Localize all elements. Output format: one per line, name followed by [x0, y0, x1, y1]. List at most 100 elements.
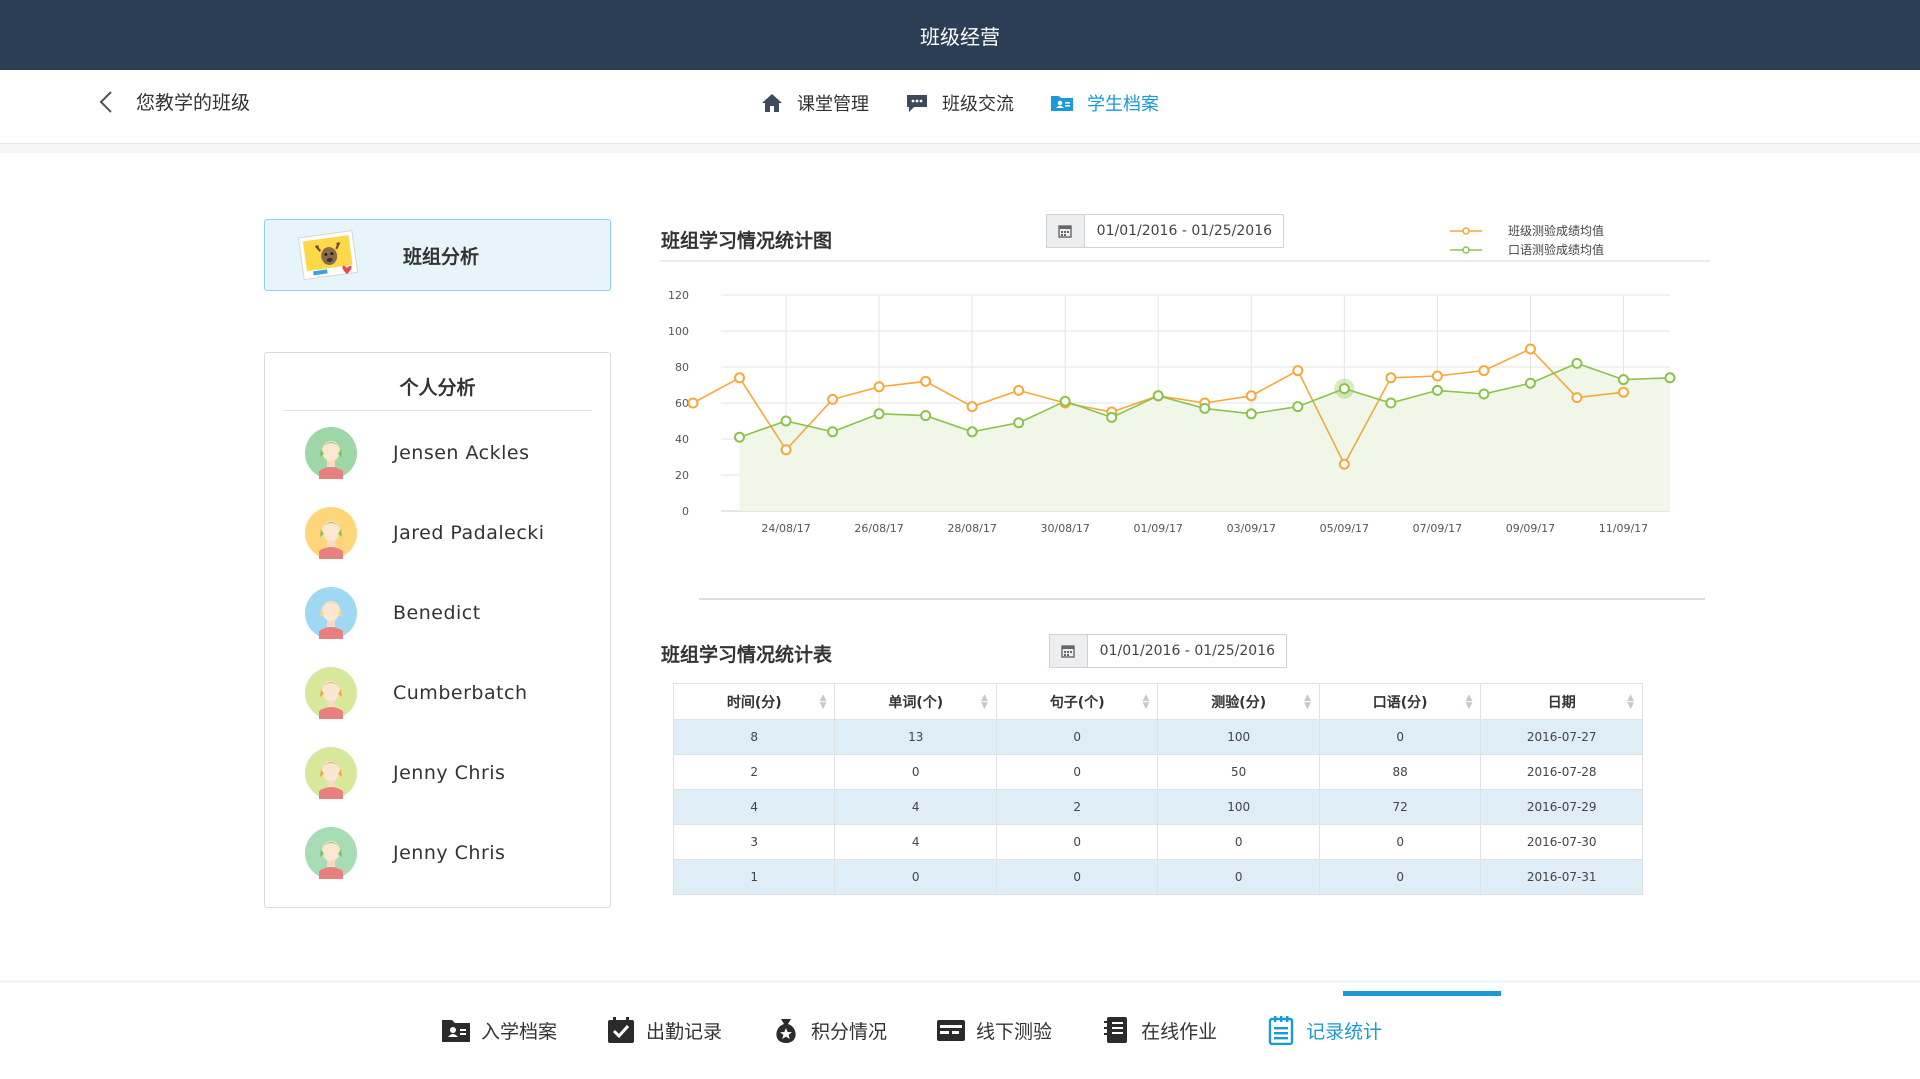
- data-point-oral-test: [1059, 395, 1071, 407]
- column-header-label: 口语(分): [1372, 694, 1428, 711]
- table-cell: 0: [995, 719, 1159, 755]
- data-point-class-test: [1338, 458, 1350, 470]
- table-cell: 1: [672, 859, 836, 895]
- chevron-left-icon: [99, 90, 112, 113]
- table-cell: 2016-07-29: [1480, 789, 1643, 825]
- data-point-oral-test: [780, 415, 792, 427]
- tab-classroom-management[interactable]: 课堂管理: [760, 90, 869, 116]
- data-point-oral-test: [827, 426, 839, 438]
- table-cell: 0: [1318, 719, 1482, 755]
- table-date-range-picker[interactable]: 01/01/2016 - 01/25/2016: [1049, 634, 1287, 668]
- record-stats-icon: [1268, 1016, 1294, 1045]
- data-point-oral-test: [1664, 372, 1676, 384]
- column-header[interactable]: 日期 ▲ ▼: [1480, 683, 1643, 720]
- student-name: Cumberbatch: [393, 682, 528, 704]
- data-point-class-test: [1617, 386, 1629, 398]
- data-point-class-test: [1571, 392, 1583, 404]
- sub-navigation: 您教学的班级 课堂管理 班级交流 学生档案: [0, 70, 1920, 144]
- student-avatar: [305, 827, 357, 879]
- student-item[interactable]: Benedict: [305, 585, 481, 641]
- table-cell: 13: [834, 719, 997, 755]
- group-analysis-label: 班组分析: [403, 245, 480, 268]
- x-tick-label: 09/09/17: [1506, 522, 1555, 535]
- table-cell: 2016-07-31: [1480, 859, 1643, 895]
- enrollment-folder-icon: [442, 1020, 470, 1042]
- tab-offline-test[interactable]: 线下测验: [935, 1015, 1052, 1045]
- column-header-label: 单词(个): [888, 694, 944, 711]
- data-point-oral-test: [1245, 408, 1257, 420]
- online-homework-icon: [1104, 1017, 1128, 1043]
- calendar-icon: [1050, 635, 1088, 667]
- app-header: 班级经营: [0, 0, 1920, 70]
- student-name: Benedict: [393, 602, 481, 624]
- student-avatar: [305, 507, 357, 559]
- student-name: Jenny Chris: [393, 842, 506, 864]
- student-avatar: [305, 587, 357, 639]
- points-bag-icon: [776, 1019, 796, 1043]
- data-point-oral-test: [1199, 402, 1211, 414]
- table-cell: 4: [834, 824, 997, 860]
- column-header[interactable]: 测验(分) ▲ ▼: [1157, 683, 1320, 720]
- table-row: 4 4 2 100 72 2016-07-29: [672, 789, 1643, 825]
- student-item[interactable]: Jenny Chris: [305, 825, 505, 881]
- y-tick-label: 40: [675, 433, 689, 446]
- data-point-oral-test: [1292, 401, 1304, 413]
- data-point-class-test: [920, 375, 932, 387]
- student-avatar: [305, 427, 357, 479]
- data-point-oral-test: [1524, 377, 1536, 389]
- table-cell: 88: [1318, 754, 1482, 790]
- tab-label: 线下测验: [976, 1020, 1053, 1043]
- tab-online-homework[interactable]: 在线作业: [1100, 1015, 1217, 1045]
- table-cell: 0: [834, 754, 997, 790]
- column-header[interactable]: 句子(个) ▲ ▼: [995, 683, 1159, 720]
- tab-label: 班级交流: [942, 94, 1014, 115]
- data-point-oral-test: [1431, 384, 1443, 396]
- table-cell: 2016-07-30: [1480, 824, 1643, 860]
- data-point-class-test: [873, 381, 885, 393]
- back-button[interactable]: 您教学的班级: [96, 88, 250, 115]
- tab-enrollment-records[interactable]: 入学档案: [440, 1015, 557, 1045]
- group-analysis-card[interactable]: 班组分析: [264, 219, 611, 291]
- page-title: 班级经营: [920, 24, 1000, 49]
- deer-picture-icon: [297, 230, 359, 281]
- column-header[interactable]: 单词(个) ▲ ▼: [834, 683, 997, 720]
- data-point-class-test: [780, 444, 792, 456]
- column-header[interactable]: 口语(分) ▲ ▼: [1318, 683, 1482, 720]
- column-header[interactable]: 时间(分) ▲ ▼: [672, 683, 836, 720]
- tab-label: 出勤记录: [646, 1020, 723, 1043]
- table-row: 1 0 0 0 0 2016-07-31: [672, 859, 1643, 895]
- table-cell: 0: [995, 754, 1159, 790]
- tab-class-communication[interactable]: 班级交流: [905, 90, 1014, 116]
- student-item[interactable]: Jared Padalecki: [305, 505, 545, 561]
- x-tick-label: 28/08/17: [947, 522, 996, 535]
- line-chart: 0 20 40 60 80 100 120 24/08/17 26/08/17 28/08/17 3…: [660, 223, 1710, 600]
- active-tab-indicator: [1343, 991, 1501, 996]
- student-item[interactable]: Cumberbatch: [305, 665, 528, 721]
- y-tick-label: 20: [675, 469, 689, 482]
- data-point-class-test: [687, 397, 699, 409]
- top-tabs: 课堂管理 班级交流 学生档案: [760, 90, 1159, 116]
- student-item[interactable]: Jensen Ackles: [305, 425, 530, 481]
- student-name: Jenny Chris: [393, 762, 506, 784]
- table-header-row: 时间(分) ▲ ▼ 单词(个) ▲ ▼ 句子(个) ▲ ▼ 测验(分) ▲ ▼ 口语(分) ▲ ▼ 日期 ▲ ▼: [672, 683, 1643, 720]
- tab-points[interactable]: 积分情况: [770, 1015, 887, 1045]
- bottom-tabs: 入学档案 出勤记录 积分情况 线下测验 在线作业 记录统计: [440, 1015, 1430, 1045]
- tab-label: 在线作业: [1141, 1020, 1218, 1043]
- sort-icon: ▲ ▼: [1304, 693, 1311, 711]
- tab-attendance[interactable]: 出勤记录: [605, 1015, 722, 1045]
- divider-band: [0, 144, 1920, 153]
- table-cell: 4: [834, 789, 997, 825]
- tab-label: 学生档案: [1087, 94, 1159, 115]
- legend-marker: [1462, 246, 1470, 254]
- x-tick-label: 01/09/17: [1134, 522, 1183, 535]
- table-cell: 0: [995, 824, 1159, 860]
- tab-record-statistics[interactable]: 记录统计: [1265, 1015, 1382, 1045]
- attendance-check-icon: [608, 1017, 635, 1043]
- data-point-oral-test: [1385, 397, 1397, 409]
- student-item[interactable]: Jenny Chris: [305, 745, 505, 801]
- table-cell: 100: [1157, 789, 1320, 825]
- home-icon: [762, 94, 782, 112]
- tab-student-profiles[interactable]: 学生档案: [1050, 90, 1159, 116]
- table-cell: 2: [672, 754, 836, 790]
- data-point-oral-test: [1478, 388, 1490, 400]
